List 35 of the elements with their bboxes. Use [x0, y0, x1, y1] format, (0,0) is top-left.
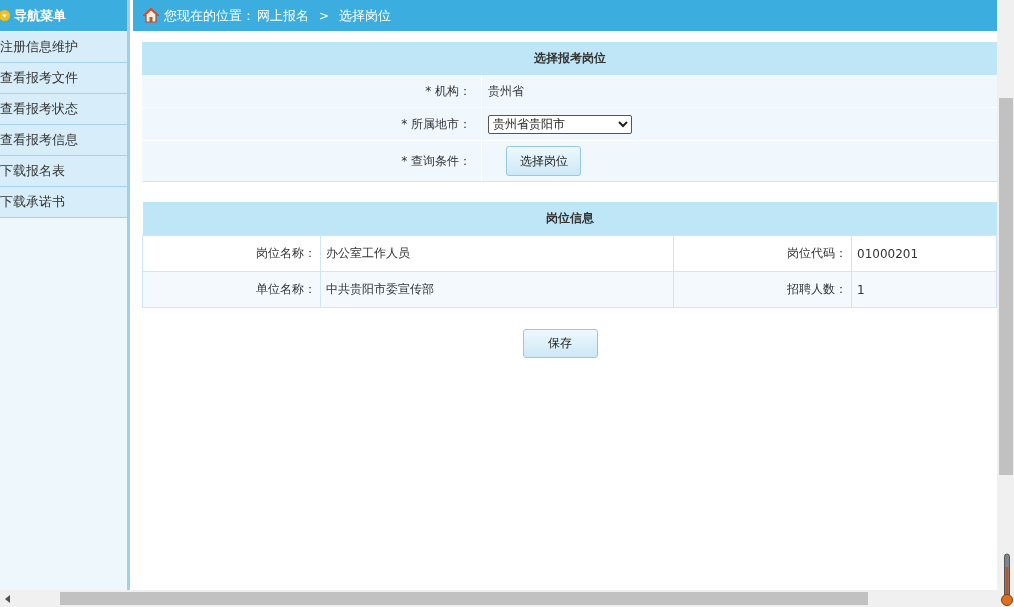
field-value: 1 [851, 271, 997, 308]
field-label: 单位名称： [142, 271, 321, 308]
breadcrumb-item: 网上报名 [257, 6, 309, 25]
field-label: * 机构： [142, 75, 482, 108]
scroll-left-icon[interactable] [5, 594, 11, 603]
field-label: * 查询条件： [142, 140, 482, 182]
field-value: 办公室工作人员 [320, 235, 674, 272]
home-icon [143, 8, 159, 23]
sidebar-item[interactable]: 下载报名表 [0, 156, 127, 187]
section-header: 选择报考岗位 [142, 42, 997, 75]
save-button[interactable]: 保存 [522, 329, 598, 358]
field-label: 岗位代码： [673, 235, 852, 272]
scrollbar-thumb[interactable] [999, 98, 1013, 475]
section-header: 岗位信息 [142, 202, 997, 236]
thermometer-icon [1001, 553, 1013, 607]
field-value: 01000201 [851, 235, 997, 272]
sidebar-item[interactable]: 查看报考状态 [0, 94, 127, 125]
scrollbar-thumb[interactable] [60, 592, 868, 605]
city-select[interactable]: 贵州省贵阳市 [488, 114, 632, 134]
breadcrumb-separator: > [319, 8, 330, 23]
breadcrumb-label: 您现在的位置： [164, 6, 255, 25]
field-label: * 所属地市： [142, 107, 482, 141]
sidebar-item[interactable]: 注册信息维护 [0, 32, 127, 63]
breadcrumb-item: 选择岗位 [339, 6, 392, 25]
field-label: 招聘人数： [673, 271, 852, 308]
sidebar-item[interactable]: 查看报考文件 [0, 63, 127, 94]
field-label: 岗位名称： [142, 235, 321, 272]
sidebar-title: 导航菜单 [14, 6, 66, 25]
select-position-button[interactable]: 选择岗位 [506, 146, 581, 176]
sidebar-item[interactable]: 下载承诺书 [0, 187, 127, 218]
field-value: 中共贵阳市委宣传部 [320, 271, 674, 308]
sidebar-item[interactable]: 查看报考信息 [0, 125, 127, 156]
vertical-scrollbar[interactable] [997, 0, 1014, 590]
field-value: 贵州省 [488, 83, 524, 98]
horizontal-scrollbar[interactable] [0, 590, 1014, 607]
